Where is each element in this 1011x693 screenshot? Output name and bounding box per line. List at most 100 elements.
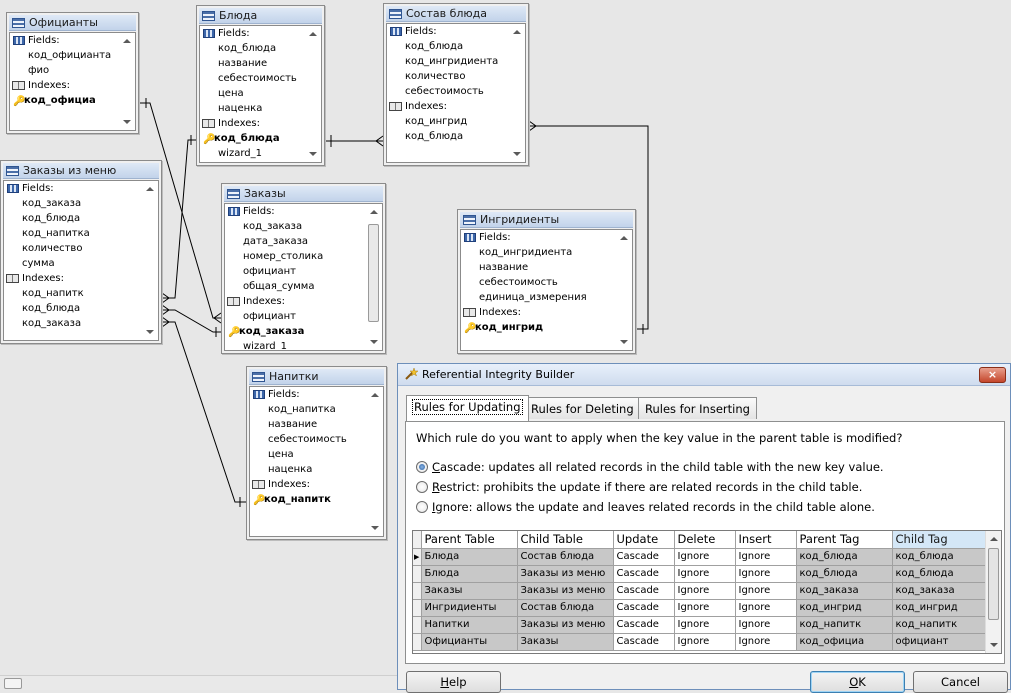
grid-scrollbar[interactable]	[985, 531, 1001, 653]
tab-rules-for-deleting[interactable]: Rules for Deleting	[524, 397, 641, 419]
field-item[interactable]: сумма	[4, 256, 141, 271]
tab-rules-for-updating[interactable]: Rules for Updating	[406, 395, 529, 421]
grid-cell[interactable]: Cascade	[613, 582, 675, 600]
scroll-down-icon[interactable]	[309, 152, 317, 156]
grid-cell[interactable]: Состав блюда	[517, 548, 614, 566]
field-item[interactable]: код_блюда	[4, 301, 141, 316]
field-item[interactable]: код_блюда	[387, 39, 508, 54]
grid-cell[interactable]: код_блюда	[892, 565, 987, 583]
primary-index-item[interactable]: 🔑 код_заказа	[225, 324, 365, 339]
field-item[interactable]: официант	[225, 264, 365, 279]
radio-selected-icon[interactable]	[416, 461, 428, 473]
table-napitki[interactable]: Напитки Fields: код_напитка название себест…	[246, 366, 387, 540]
grid-cell[interactable]: Ignore	[735, 548, 797, 566]
scroll-up-icon[interactable]	[309, 32, 317, 36]
table-zakazy-iz-menu[interactable]: Заказы из меню Fields: код_заказа код_блюд…	[0, 160, 162, 344]
field-item[interactable]: фио	[10, 63, 118, 78]
field-item[interactable]: wizard_1	[200, 146, 304, 161]
table-title-bar[interactable]: Ингридиенты	[460, 212, 633, 228]
row-indicator[interactable]	[413, 582, 422, 600]
field-item[interactable]: код_напитк	[4, 286, 141, 301]
grid-cell[interactable]: код_заказа	[796, 582, 893, 600]
field-item[interactable]: название	[200, 56, 304, 71]
field-item[interactable]: название	[250, 417, 366, 432]
scroll-down-icon[interactable]	[123, 120, 131, 124]
table-field-list[interactable]: Fields: код_официанта фио Indexes: 🔑 код_офиц…	[10, 33, 118, 130]
grid-cell[interactable]: Состав блюда	[517, 599, 614, 617]
scrollbar[interactable]	[509, 24, 525, 162]
field-item[interactable]: количество	[387, 69, 508, 84]
field-item[interactable]: наценка	[200, 101, 304, 116]
fields-header[interactable]: Fields:	[461, 230, 615, 245]
scroll-up-icon[interactable]	[513, 30, 521, 34]
option-cascade[interactable]: Cascade: updates all related records in …	[416, 459, 884, 475]
row-indicator[interactable]	[413, 599, 422, 617]
grid-cell[interactable]: Заказы	[421, 582, 518, 600]
field-item[interactable]: цена	[200, 86, 304, 101]
table-title-bar[interactable]: Официанты	[9, 15, 136, 31]
grid-cell[interactable]: Ignore	[735, 616, 797, 634]
close-button[interactable]: ×	[979, 367, 1006, 383]
table-sostav-bluda[interactable]: Состав блюда Fields: код_блюда код_ингриди…	[383, 3, 529, 166]
scroll-thumb[interactable]	[368, 224, 379, 322]
field-item[interactable]: дата_заказа	[225, 234, 365, 249]
grid-cell[interactable]: Официанты	[421, 633, 518, 651]
table-field-list[interactable]: Fields: код_заказа код_блюда код_напитка кол…	[4, 181, 141, 340]
column-header[interactable]: Child Tag	[892, 531, 987, 549]
grid-cell[interactable]: Ignore	[674, 582, 736, 600]
field-item[interactable]: wizard_1	[225, 339, 365, 350]
grid-cell[interactable]: код_напитк	[892, 616, 987, 634]
primary-index-item[interactable]: 🔑 код_блюда	[200, 131, 304, 146]
table-title-bar[interactable]: Блюда	[199, 8, 322, 24]
fields-header[interactable]: Fields:	[387, 24, 508, 39]
primary-index-item[interactable]: 🔑 код_ингрид	[461, 320, 615, 335]
grid-cell[interactable]: Заказы	[517, 633, 614, 651]
scrollbar[interactable]	[367, 387, 383, 536]
scroll-down-icon[interactable]	[620, 340, 628, 344]
column-header[interactable]: Parent Table	[421, 531, 518, 549]
grid-cell[interactable]: код_официа	[796, 633, 893, 651]
fields-header[interactable]: Fields:	[200, 26, 304, 41]
scrollbar[interactable]	[616, 230, 632, 350]
field-item[interactable]: код_ингридиента	[461, 245, 615, 260]
primary-index-item[interactable]: 🔑 код_официа	[10, 93, 118, 108]
scroll-down-icon[interactable]	[146, 330, 154, 334]
grid-cell[interactable]: Ignore	[735, 565, 797, 583]
fields-header[interactable]: Fields:	[225, 204, 365, 219]
field-item[interactable]: количество	[4, 241, 141, 256]
grid-cell[interactable]: Напитки	[421, 616, 518, 634]
table-field-list[interactable]: Fields: код_блюда название себестоимость цен…	[200, 26, 304, 162]
table-field-list[interactable]: Fields: код_ингридиента название себестоимо…	[461, 230, 615, 350]
table-title-bar[interactable]: Напитки	[249, 369, 384, 385]
field-item[interactable]: код_блюда	[4, 211, 141, 226]
designer-horizontal-scrollbar[interactable]	[0, 675, 397, 690]
grid-cell[interactable]: код_блюда	[796, 548, 893, 566]
scrollbar[interactable]	[305, 26, 321, 162]
grid-cell[interactable]: Ignore	[674, 633, 736, 651]
fields-header[interactable]: Fields:	[4, 181, 141, 196]
scroll-thumb[interactable]	[4, 678, 22, 689]
table-field-list[interactable]: Fields: код_блюда код_ингридиента количеств…	[387, 24, 508, 162]
field-item[interactable]: код_блюда	[387, 129, 508, 144]
scrollbar[interactable]	[142, 181, 158, 340]
field-item[interactable]: код_напитка	[4, 226, 141, 241]
dialog-title-bar[interactable]: Referential Integrity Builder ×	[398, 364, 1010, 386]
table-row[interactable]: Блюда Заказы из меню Cascade Ignore Ignore ко…	[413, 565, 987, 583]
grid-cell[interactable]: Заказы из меню	[517, 582, 614, 600]
table-row[interactable]: Официанты Заказы Cascade Ignore Ignore код_оф…	[413, 633, 987, 651]
scroll-up-icon[interactable]	[370, 210, 378, 214]
indexes-header[interactable]: Indexes:	[225, 294, 365, 309]
radio-icon[interactable]	[416, 501, 428, 513]
current-row-arrow-icon[interactable]: ▶	[413, 548, 422, 566]
field-item[interactable]: цена	[250, 447, 366, 462]
table-field-list[interactable]: Fields: код_напитка название себестоимость ц…	[250, 387, 366, 536]
grid-cell[interactable]: Ignore	[674, 565, 736, 583]
grid-cell[interactable]: код_напитк	[796, 616, 893, 634]
column-header[interactable]: Insert	[735, 531, 797, 549]
scroll-up-icon[interactable]	[123, 39, 131, 43]
grid-cell[interactable]: код_блюда	[796, 565, 893, 583]
field-item[interactable]: номер_столика	[225, 249, 365, 264]
column-header[interactable]: Child Table	[517, 531, 614, 549]
grid-cell[interactable]: Cascade	[613, 548, 675, 566]
scroll-down-icon[interactable]	[990, 643, 998, 647]
